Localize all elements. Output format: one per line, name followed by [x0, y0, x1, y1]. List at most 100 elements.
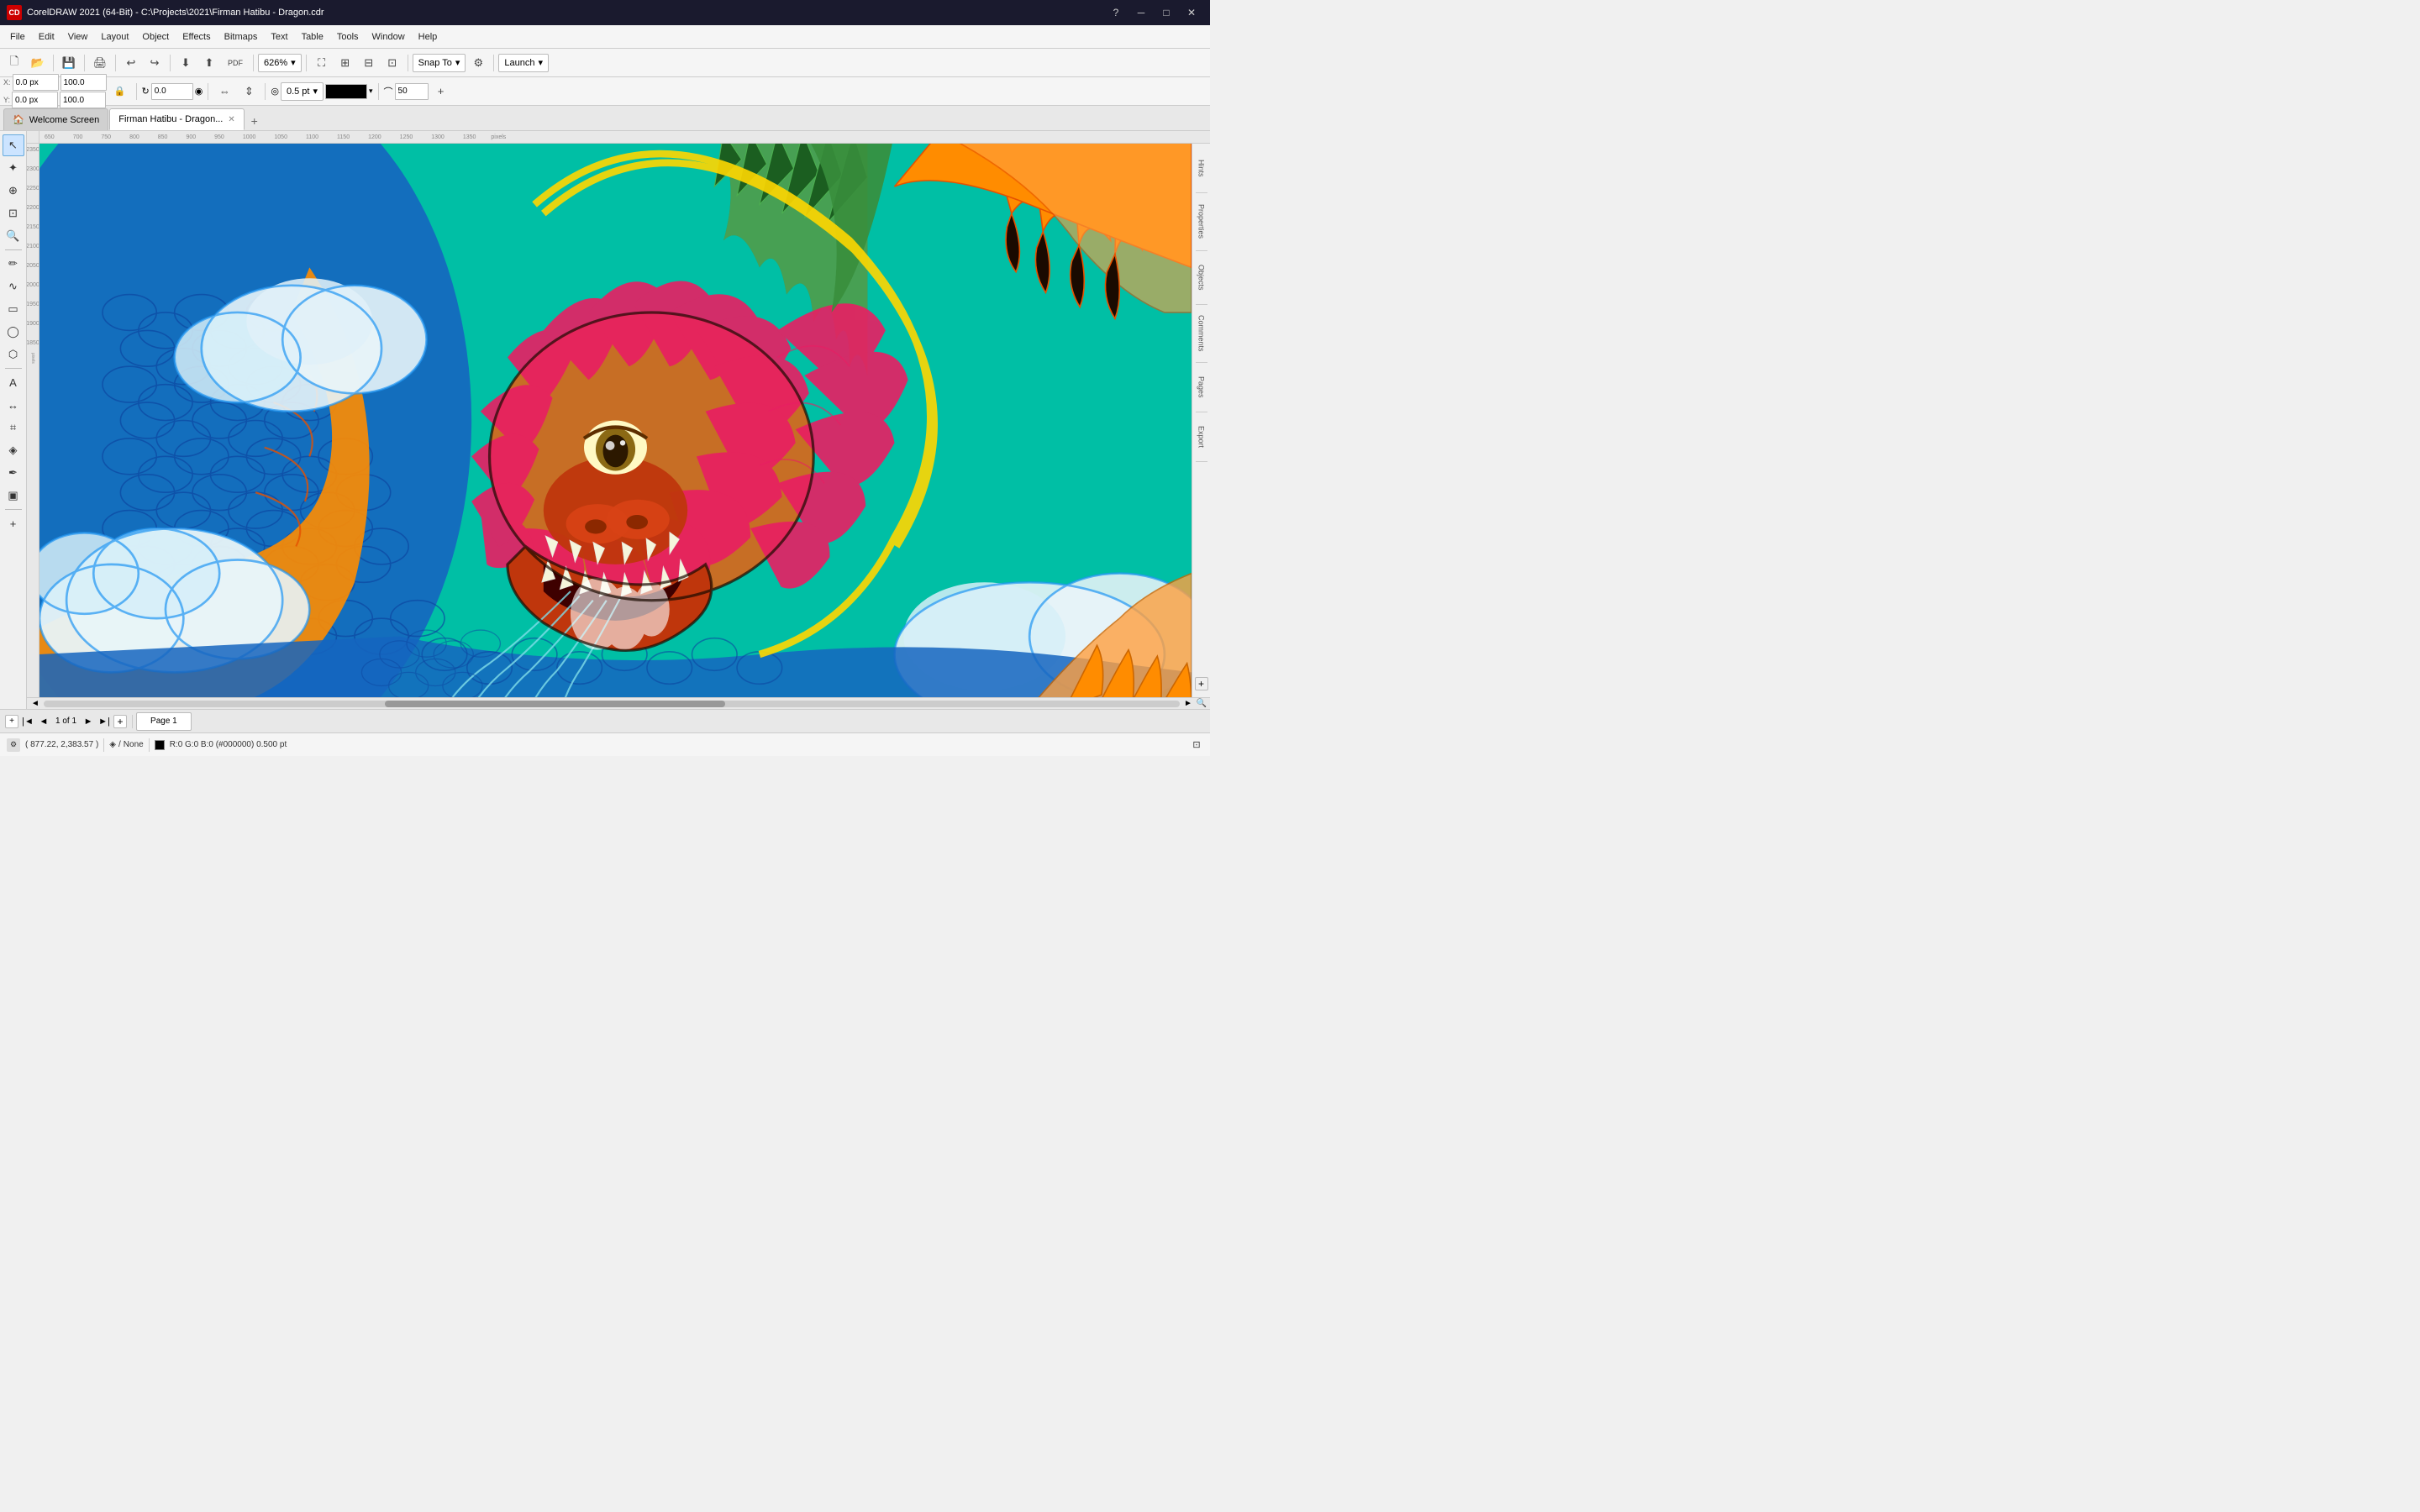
new-tab-button[interactable]: + — [245, 112, 264, 130]
stroke-dropdown[interactable]: 0.5 pt ▾ — [281, 82, 324, 101]
y-input[interactable] — [12, 92, 58, 108]
import-button[interactable]: ⬇ — [175, 52, 197, 74]
new-button[interactable]: 🗋 — [3, 52, 25, 74]
view-mode3-button[interactable]: ⊡ — [381, 52, 403, 74]
maximize-button[interactable]: □ — [1155, 3, 1178, 22]
page-tab[interactable]: Page 1 — [136, 712, 192, 731]
smart-fill-tool[interactable]: ▣ — [3, 485, 24, 507]
pages-panel-btn[interactable]: Pages — [1194, 366, 1209, 408]
outline-icon: ◎ — [271, 86, 279, 97]
menu-file[interactable]: File — [3, 29, 32, 45]
redo-button[interactable]: ↪ — [144, 52, 166, 74]
text-tool[interactable]: A — [3, 371, 24, 393]
corner-add[interactable]: + — [430, 81, 452, 102]
full-screen-button[interactable]: ⛶ — [311, 52, 333, 74]
ruler-left: 2350 2300 2250 2200 2150 2100 2050 2000 … — [27, 144, 39, 697]
menu-tools[interactable]: Tools — [330, 29, 366, 45]
save-button[interactable]: 💾 — [58, 52, 80, 74]
menu-view[interactable]: View — [61, 29, 95, 45]
fill-tool[interactable]: ◈ — [3, 439, 24, 461]
selector-tool[interactable]: ↖ — [3, 134, 24, 156]
menu-text[interactable]: Text — [264, 29, 294, 45]
mirror-h-button[interactable]: ⇔ — [213, 81, 235, 102]
polygon-tool[interactable]: ⬡ — [3, 344, 24, 365]
y-icon: Y: — [3, 96, 10, 104]
tab-welcome[interactable]: 🏠 Welcome Screen — [3, 108, 108, 130]
smart-draw-tool[interactable]: ∿ — [3, 276, 24, 297]
menu-effects[interactable]: Effects — [176, 29, 217, 45]
stroke-color-preview[interactable] — [325, 84, 367, 99]
toolbar-separator — [84, 55, 85, 71]
menu-window[interactable]: Window — [366, 29, 412, 45]
view-mode2-button[interactable]: ⊟ — [358, 52, 380, 74]
ellipse-tool[interactable]: ◯ — [3, 321, 24, 343]
export-panel-btn[interactable]: Export — [1194, 416, 1209, 458]
transform-tool[interactable]: ⊕ — [3, 180, 24, 202]
rectangle-tool[interactable]: ▭ — [3, 298, 24, 320]
page-number: 1 of 1 — [53, 717, 79, 726]
h-scroll-track[interactable] — [44, 701, 1180, 707]
tool-separator — [5, 368, 22, 369]
view-mode-button[interactable]: ⊞ — [334, 52, 356, 74]
h-scroll-thumb[interactable] — [385, 701, 726, 707]
zoom-dropdown[interactable]: 626% ▾ — [258, 54, 302, 72]
tab-close-button[interactable]: ✕ — [228, 115, 234, 124]
launch-dropdown[interactable]: Launch ▾ — [498, 54, 549, 72]
comments-panel-btn[interactable]: Comments — [1194, 308, 1209, 359]
freehand-tool[interactable]: ✏ — [3, 253, 24, 275]
hints-panel-btn[interactable]: Hints — [1194, 147, 1209, 189]
prop-separator — [136, 83, 137, 100]
corner-input[interactable] — [395, 83, 429, 100]
first-page-btn[interactable]: |◄ — [21, 715, 34, 728]
scroll-left-btn[interactable]: ◄ — [29, 700, 42, 708]
close-button[interactable]: ✕ — [1180, 3, 1203, 22]
scroll-right-btn[interactable]: ► — [1181, 700, 1195, 708]
add-page-btn[interactable]: + — [5, 715, 18, 728]
properties-panel-btn[interactable]: Properties — [1194, 197, 1209, 247]
export-pdf-button[interactable]: PDF — [222, 52, 249, 74]
prev-page-btn[interactable]: ◄ — [37, 715, 50, 728]
help-button[interactable]: ? — [1104, 3, 1128, 22]
snap-to-dropdown[interactable]: Snap To ▾ — [413, 54, 466, 72]
open-button[interactable]: 📂 — [27, 52, 49, 74]
add-page-end-btn[interactable]: + — [113, 715, 127, 728]
menu-object[interactable]: Object — [135, 29, 176, 45]
export-button[interactable]: ⬆ — [198, 52, 220, 74]
minimize-button[interactable]: ─ — [1129, 3, 1153, 22]
zoom-out-nav[interactable]: 🔍 — [1195, 700, 1208, 708]
height-input[interactable] — [60, 92, 106, 108]
lock-ratio-button[interactable]: 🔒 — [109, 81, 131, 102]
undo-button[interactable]: ↩ — [120, 52, 142, 74]
width-input[interactable] — [60, 74, 107, 91]
menu-bitmaps[interactable]: Bitmaps — [218, 29, 265, 45]
last-page-btn[interactable]: ►| — [97, 715, 111, 728]
toolbar-separator — [170, 55, 171, 71]
add-remove-tool[interactable]: + — [3, 512, 24, 534]
right-panel: Hints Properties Objects Comments Pages … — [1192, 144, 1210, 697]
snap-settings-button[interactable]: ⚙ — [467, 52, 489, 74]
print-button[interactable]: 🖨 — [89, 52, 111, 74]
menu-table[interactable]: Table — [295, 29, 330, 45]
next-page-btn[interactable]: ► — [82, 715, 95, 728]
h-scrollbar[interactable]: ◄ ► 🔍 — [27, 697, 1210, 709]
menu-help[interactable]: Help — [412, 29, 445, 45]
crop-tool[interactable]: ⊡ — [3, 202, 24, 224]
node-tool[interactable]: ✦ — [3, 157, 24, 179]
rotation-input[interactable] — [151, 83, 193, 100]
settings-btn[interactable]: ⚙ — [7, 738, 20, 752]
menu-layout[interactable]: Layout — [94, 29, 135, 45]
tab-dragon[interactable]: Firman Hatibu - Dragon... ✕ — [109, 108, 245, 130]
menu-edit[interactable]: Edit — [32, 29, 61, 45]
add-panel-btn[interactable]: + — [1195, 677, 1208, 690]
eyedropper-tool[interactable]: ✒ — [3, 462, 24, 484]
connector-tool[interactable]: ⌗ — [3, 417, 24, 438]
dimension-tool[interactable]: ↔ — [3, 394, 24, 416]
x-input[interactable] — [13, 74, 59, 91]
zoom-fit-btn[interactable]: ⊡ — [1190, 738, 1203, 752]
objects-panel-btn[interactable]: Objects — [1194, 255, 1209, 301]
mirror-v-button[interactable]: ⇕ — [238, 81, 260, 102]
canvas-viewport[interactable] — [39, 144, 1192, 697]
zoom-tool[interactable]: 🔍 — [3, 225, 24, 247]
toolbar-separator — [53, 55, 54, 71]
coordinates: ( 877.22, 2,383.57 ) — [25, 740, 98, 749]
